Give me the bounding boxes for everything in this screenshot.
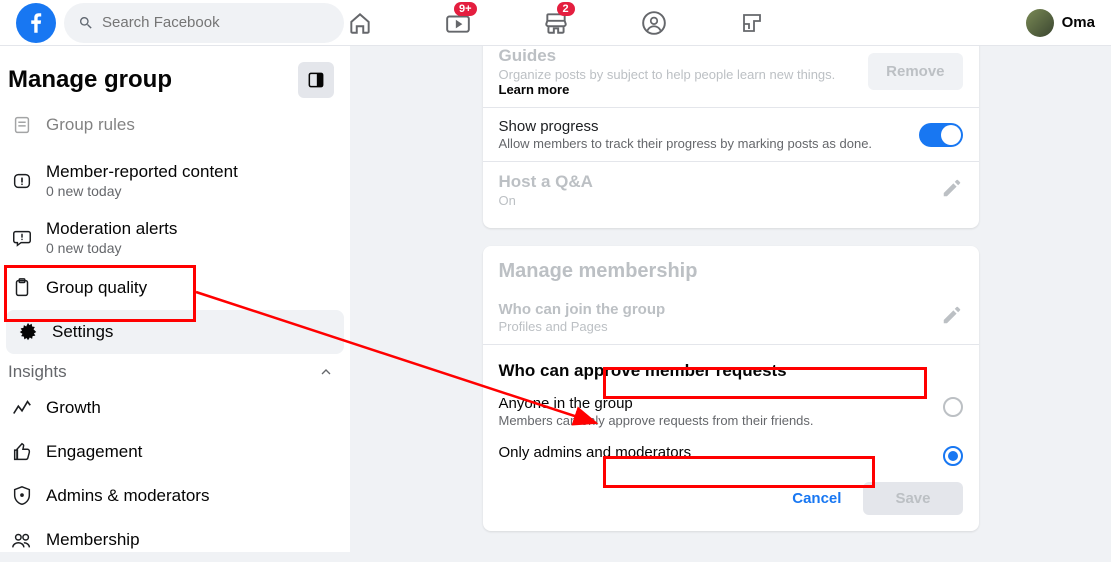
top-nav: 9+ 2 Oma xyxy=(0,0,1111,46)
sidebar-item-engagement[interactable]: Engagement xyxy=(0,430,350,474)
search-box[interactable] xyxy=(64,3,344,43)
sidebar-item-label: Group rules xyxy=(46,115,135,135)
guides-desc: Organize posts by subject to help people… xyxy=(499,67,869,97)
sidebar-item-label: Group quality xyxy=(46,278,147,298)
approve-title-row: Who can approve member requests xyxy=(483,345,979,385)
remove-button[interactable]: Remove xyxy=(868,53,962,90)
guides-card: Guides Organize posts by subject to help… xyxy=(483,46,979,228)
action-row: Cancel Save xyxy=(483,472,979,515)
join-value: Profiles and Pages xyxy=(499,319,941,334)
sidebar-item-sub: 0 new today xyxy=(46,183,238,199)
membership-heading: Manage membership xyxy=(483,246,979,291)
save-button[interactable]: Save xyxy=(863,482,962,515)
avatar[interactable] xyxy=(1026,9,1054,37)
sidebar: Manage group Group rules Member-reported… xyxy=(0,46,350,552)
radio-admins-only[interactable] xyxy=(943,446,963,466)
search-icon xyxy=(78,15,94,31)
edit-join-button[interactable] xyxy=(941,304,963,331)
shield-icon xyxy=(10,484,34,508)
cancel-button[interactable]: Cancel xyxy=(778,482,855,515)
sidebar-item-moderation-alerts[interactable]: Moderation alerts0 new today xyxy=(0,209,350,266)
sidebar-item-membership[interactable]: Membership xyxy=(0,518,350,562)
alert-icon xyxy=(10,169,34,193)
sidebar-title: Manage group xyxy=(8,66,172,94)
people-icon xyxy=(10,528,34,552)
sidebar-item-label: Settings xyxy=(52,322,113,342)
qa-title: Host a Q&A xyxy=(499,172,941,192)
pencil-icon xyxy=(941,177,963,199)
sidebar-item-label: Moderation alerts xyxy=(46,219,177,239)
sidebar-item-group-rules[interactable]: Group rules xyxy=(0,108,350,152)
sidebar-item-group-quality[interactable]: Group quality xyxy=(0,266,350,310)
opt1-desc: Members can only approve requests from t… xyxy=(499,413,943,428)
sidebar-item-label: Membership xyxy=(46,530,140,550)
progress-title: Show progress xyxy=(499,118,919,135)
opt1-title: Anyone in the group xyxy=(499,395,943,412)
panel-icon xyxy=(306,70,326,90)
section-label: Insights xyxy=(8,362,67,382)
membership-card: Manage membership Who can join the group… xyxy=(483,246,979,531)
guides-title: Guides xyxy=(499,46,869,66)
opt2-title: Only admins and moderators xyxy=(499,444,943,461)
nav-home[interactable] xyxy=(315,0,405,46)
nav-center: 9+ 2 xyxy=(315,0,797,45)
thumbs-up-icon xyxy=(10,440,34,464)
user-name-label[interactable]: Oma xyxy=(1062,14,1095,31)
nav-groups[interactable] xyxy=(609,0,699,46)
nav-watch[interactable]: 9+ xyxy=(413,0,503,46)
gear-icon xyxy=(16,320,40,344)
progress-desc: Allow members to track their progress by… xyxy=(499,136,919,151)
clipboard-icon xyxy=(10,276,34,300)
join-title: Who can join the group xyxy=(499,301,941,318)
edit-qa-button[interactable] xyxy=(941,177,963,204)
qa-value: On xyxy=(499,193,941,208)
approve-title: Who can approve member requests xyxy=(499,361,963,381)
sidebar-item-label: Admins & moderators xyxy=(46,486,209,506)
qa-row: Host a Q&A On xyxy=(483,162,979,218)
growth-icon xyxy=(10,396,34,420)
sidebar-item-settings[interactable]: Settings xyxy=(6,310,344,354)
nav-right: Oma xyxy=(1026,9,1095,37)
sidebar-item-sub: 0 new today xyxy=(46,240,177,256)
who-can-join-row: Who can join the group Profiles and Page… xyxy=(483,291,979,345)
sidebar-item-growth[interactable]: Growth xyxy=(0,386,350,430)
radio-anyone[interactable] xyxy=(943,397,963,417)
chevron-up-icon xyxy=(318,364,334,380)
marketplace-badge: 2 xyxy=(557,2,575,16)
list-icon xyxy=(10,113,34,137)
facebook-logo[interactable] xyxy=(16,3,56,43)
sidebar-item-label: Engagement xyxy=(46,442,142,462)
chat-alert-icon xyxy=(10,226,34,250)
nav-gaming[interactable] xyxy=(707,0,797,46)
insights-section-header[interactable]: Insights xyxy=(0,354,350,386)
option-anyone[interactable]: Anyone in the group Members can only app… xyxy=(483,385,979,434)
sidebar-item-label: Growth xyxy=(46,398,101,418)
main-content: Guides Organize posts by subject to help… xyxy=(350,46,1111,552)
sidebar-header: Manage group xyxy=(0,54,350,112)
option-admins-only[interactable]: Only admins and moderators xyxy=(483,434,979,472)
search-input[interactable] xyxy=(102,14,330,31)
guides-row: Guides Organize posts by subject to help… xyxy=(483,46,979,108)
sidebar-panel-toggle[interactable] xyxy=(298,62,334,98)
sidebar-item-member-reported[interactable]: Member-reported content0 new today xyxy=(0,152,350,209)
show-progress-row: Show progress Allow members to track the… xyxy=(483,108,979,162)
sidebar-item-admins-moderators[interactable]: Admins & moderators xyxy=(0,474,350,518)
nav-marketplace[interactable]: 2 xyxy=(511,0,601,46)
learn-more-link[interactable]: Learn more xyxy=(499,82,570,97)
pencil-icon xyxy=(941,304,963,326)
watch-badge: 9+ xyxy=(454,2,477,16)
sidebar-item-label: Member-reported content xyxy=(46,162,238,182)
progress-toggle[interactable] xyxy=(919,123,963,147)
